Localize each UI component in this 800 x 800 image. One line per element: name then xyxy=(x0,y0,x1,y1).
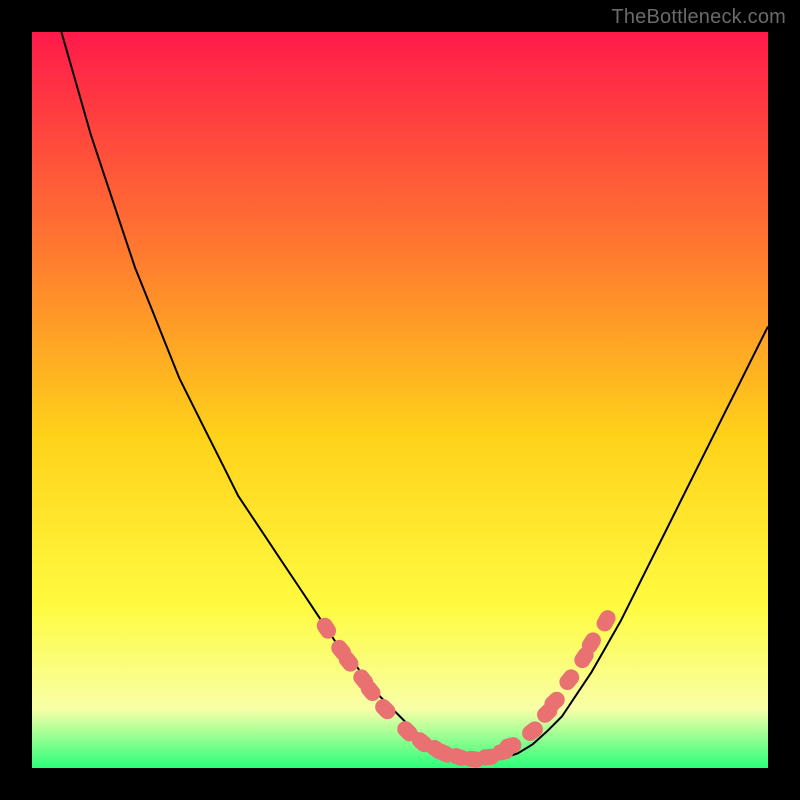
watermark-text: TheBottleneck.com xyxy=(611,6,786,29)
gradient-background xyxy=(32,32,768,768)
chart-frame: TheBottleneck.com xyxy=(0,0,800,800)
bottleneck-chart xyxy=(32,32,768,768)
